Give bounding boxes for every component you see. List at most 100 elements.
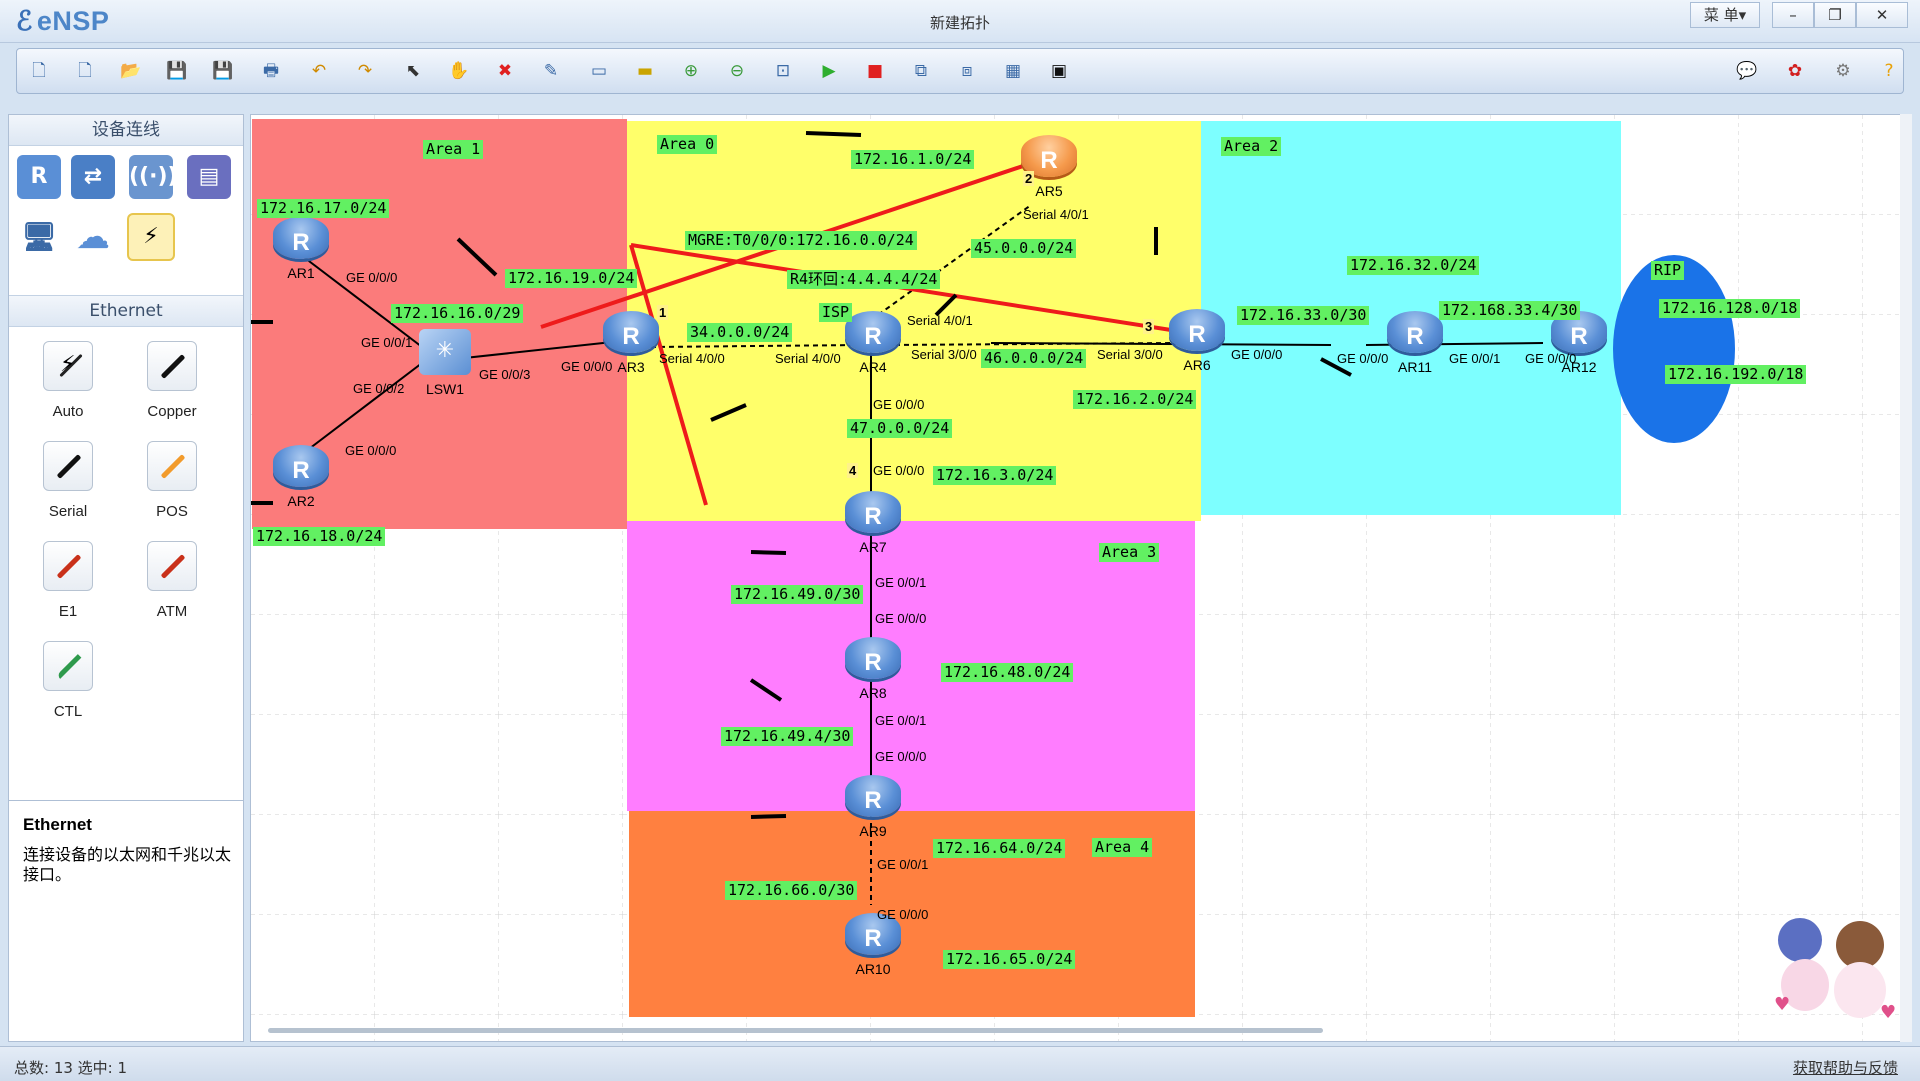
- copper-label: Copper: [147, 403, 197, 420]
- iface-label: GE 0/0/0: [1231, 347, 1283, 362]
- rectangle-icon[interactable]: ▬: [631, 57, 659, 85]
- iface-label: GE 0/0/1: [361, 335, 413, 350]
- devices-header: 设备连线: [9, 115, 243, 146]
- link-ar2-lsw1: [300, 359, 427, 456]
- stub-ar5: [805, 131, 862, 137]
- iface-label: Serial 4/0/1: [1023, 207, 1089, 222]
- stub-ar7: [710, 403, 747, 422]
- net-label: 172.16.128.0/18: [1659, 299, 1801, 318]
- text-icon[interactable]: ▭: [585, 57, 613, 85]
- ar5-node[interactable]: R AR5: [1019, 135, 1079, 199]
- start-icon[interactable]: ▶: [815, 57, 843, 85]
- menu-button[interactable]: 菜 单▾: [1690, 2, 1760, 28]
- lsw1-node[interactable]: ✳ LSW1: [415, 329, 475, 397]
- cloud-category-icon[interactable]: ☁: [71, 215, 115, 259]
- iface-label: GE 0/0/1: [877, 857, 929, 872]
- net-label: 172.16.49.0/30: [731, 585, 864, 604]
- ar11-node[interactable]: R AR11: [1385, 311, 1445, 375]
- stub-ar10: [750, 814, 787, 819]
- grid-icon[interactable]: ▦: [999, 57, 1027, 85]
- help-feedback-link[interactable]: 获取帮助与反馈: [1793, 1057, 1898, 1078]
- net-label: 172.16.64.0/24: [933, 839, 1066, 858]
- delete-links-icon[interactable]: ✎: [537, 57, 565, 85]
- links-category-icon[interactable]: ⚡: [127, 213, 175, 261]
- description-title: Ethernet: [23, 815, 92, 834]
- serial-cable-button[interactable]: [43, 441, 93, 491]
- net-label: 172.16.48.0/24: [941, 663, 1074, 682]
- iface-label: GE 0/0/2: [353, 381, 405, 396]
- capture-icon[interactable]: ⧉: [907, 57, 935, 85]
- layout-icon[interactable]: ⧈: [953, 57, 981, 85]
- console-icon[interactable]: ▣: [1045, 57, 1073, 85]
- print-icon[interactable]: 🖶: [257, 57, 285, 85]
- toolbar: 🗋 🗋 📂 💾 💾 🖶 ↶ ↷ ⬉ ✋ ✖ ✎ ▭ ▬ ⊕ ⊖ ⊡ ▶ ■ ⧉ …: [16, 48, 1904, 94]
- new-template-icon[interactable]: 🗋: [71, 57, 99, 85]
- pan-hand-icon[interactable]: ✋: [445, 57, 473, 85]
- topology-canvas[interactable]: Area 1 Area 0 Area 2 Area 3 Area 4 RIP R…: [250, 114, 1912, 1042]
- iface-label: GE 0/0/0: [877, 907, 929, 922]
- link-marker: 2: [1023, 171, 1035, 186]
- net-label: 34.0.0.0/24: [687, 323, 793, 342]
- atm-cable-button[interactable]: [147, 541, 197, 591]
- redo-icon[interactable]: ↷: [351, 57, 379, 85]
- ar7-node[interactable]: R AR7: [843, 491, 903, 555]
- iface-label: GE 0/0/0: [875, 749, 927, 764]
- svg-text:♥: ♥: [1774, 994, 1790, 1015]
- ar1-node[interactable]: R AR1: [271, 217, 331, 281]
- select-icon[interactable]: ⬉: [399, 57, 427, 85]
- new-topology-icon[interactable]: 🗋: [25, 57, 53, 85]
- pc-category-icon[interactable]: 🖥: [17, 215, 61, 259]
- e1-label: E1: [58, 603, 78, 620]
- link-ar3-ar4: [650, 344, 862, 348]
- settings-icon[interactable]: ⚙: [1829, 57, 1857, 85]
- svg-text:♥: ♥: [1880, 1002, 1896, 1023]
- stub-ar6: [934, 293, 958, 317]
- isp-label: ISP: [819, 303, 853, 322]
- net-label: 172.16.16.0/29: [391, 304, 524, 323]
- delete-icon[interactable]: ✖: [491, 57, 519, 85]
- net-label: 172.16.65.0/24: [943, 950, 1076, 969]
- ctl-cable-button[interactable]: [43, 641, 93, 691]
- window-title: 新建拓扑: [929, 14, 990, 32]
- net-label: 172.16.66.0/30: [725, 881, 858, 900]
- net-label: MGRE:T0/0/0:172.16.0.0/24: [685, 231, 917, 250]
- auto-cable-button[interactable]: ⚡: [43, 341, 93, 391]
- net-label: 172.16.17.0/24: [257, 199, 390, 218]
- topology-links: [251, 131, 1544, 905]
- copper-cable-button[interactable]: [147, 341, 197, 391]
- iface-label: GE 0/0/0: [561, 359, 613, 374]
- save-as-icon[interactable]: 💾: [209, 57, 237, 85]
- switch-category-icon[interactable]: ⇄: [71, 155, 115, 199]
- ar8-node[interactable]: R AR8: [843, 637, 903, 701]
- ar6-node[interactable]: R AR6: [1167, 309, 1227, 373]
- stub-ar9: [749, 678, 783, 702]
- net-label: 172.16.18.0/24: [253, 527, 386, 546]
- horizontal-scrollbar[interactable]: [268, 1028, 1323, 1033]
- net-label: 172.16.3.0/24: [933, 466, 1057, 485]
- firewall-category-icon[interactable]: ▤: [187, 155, 231, 199]
- open-icon[interactable]: 📂: [117, 57, 145, 85]
- e1-cable-button[interactable]: [43, 541, 93, 591]
- pos-cable-button[interactable]: [147, 441, 197, 491]
- fit-icon[interactable]: ⊡: [769, 57, 797, 85]
- iface-label: Serial 3/0/0: [1097, 347, 1163, 362]
- net-label: 172.16.1.0/24: [851, 150, 975, 169]
- chat-icon[interactable]: 💬: [1733, 57, 1761, 85]
- title-bar: ℰeNSP 新建拓扑 菜 单▾ – ❐ ✕: [0, 0, 1920, 43]
- huawei-icon[interactable]: ✿: [1781, 57, 1809, 85]
- undo-icon[interactable]: ↶: [305, 57, 333, 85]
- help-icon[interactable]: ?: [1875, 57, 1903, 85]
- ar10-node[interactable]: R AR10: [843, 913, 903, 977]
- net-label: 172.16.2.0/24: [1073, 390, 1197, 409]
- zoom-in-icon[interactable]: ⊕: [677, 57, 705, 85]
- save-icon[interactable]: 💾: [163, 57, 191, 85]
- restore-icon[interactable]: ❐: [1814, 2, 1856, 28]
- wlan-category-icon[interactable]: ((·)): [129, 155, 178, 199]
- stop-icon[interactable]: ■: [861, 57, 889, 85]
- minimize-icon[interactable]: –: [1772, 2, 1814, 28]
- close-icon[interactable]: ✕: [1856, 2, 1908, 28]
- router-category-icon[interactable]: R: [17, 155, 61, 199]
- ar2-node[interactable]: R AR2: [271, 445, 331, 509]
- zoom-out-icon[interactable]: ⊖: [723, 57, 751, 85]
- ar9-node[interactable]: R AR9: [843, 775, 903, 839]
